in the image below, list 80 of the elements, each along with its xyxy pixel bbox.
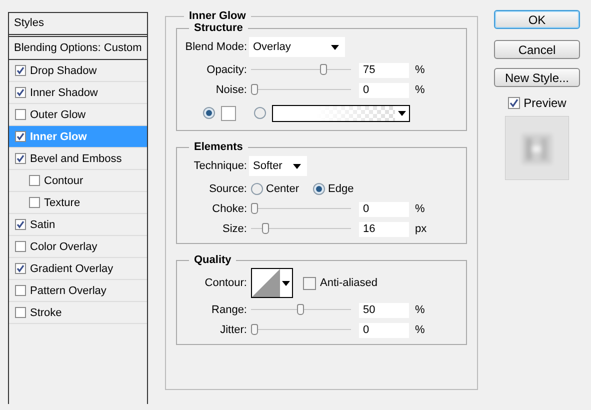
group-title: Structure (193, 22, 244, 34)
checkbox-label: Preview (524, 96, 566, 110)
checkbox[interactable] (15, 263, 26, 274)
caret-icon (331, 45, 339, 50)
value-field[interactable]: 0 (359, 322, 409, 338)
field-label: Contour: (204, 277, 248, 289)
radio-button[interactable] (203, 107, 215, 119)
style-item[interactable]: Stroke (9, 302, 147, 324)
contour-picker[interactable] (251, 268, 293, 298)
field-label: Opacity: (206, 64, 248, 76)
checkbox[interactable] (15, 131, 26, 142)
gradient-picker[interactable] (272, 104, 410, 122)
checkbox[interactable] (508, 97, 520, 109)
style-item[interactable]: Bevel and Emboss (9, 148, 147, 170)
dialog-button[interactable]: New Style... (494, 68, 580, 87)
checkbox[interactable] (15, 109, 26, 120)
caret-icon (282, 280, 290, 286)
caret-icon (293, 164, 301, 169)
checkbox[interactable] (29, 197, 40, 208)
field-label: Technique: (192, 160, 248, 172)
style-item[interactable]: Inner Shadow (9, 82, 147, 104)
checkbox[interactable] (15, 65, 26, 76)
style-item[interactable]: Texture (9, 192, 147, 214)
checkbox[interactable] (15, 285, 26, 296)
unit-label: % (415, 64, 425, 76)
styles-header: Styles (9, 13, 147, 37)
radio-button[interactable] (313, 183, 326, 195)
caret-icon (398, 110, 406, 116)
field-label: Size: (222, 223, 248, 235)
unit-label: % (415, 304, 425, 316)
ok-button[interactable]: OK (494, 10, 580, 29)
value-field[interactable]: 16 (359, 222, 409, 236)
group-title: Quality (193, 254, 232, 266)
style-item[interactable]: Satin (9, 214, 147, 236)
checkbox[interactable] (15, 307, 26, 318)
field-label: Jitter: (219, 324, 248, 336)
style-item[interactable]: Drop Shadow (9, 60, 147, 82)
dialog-button[interactable]: Cancel (494, 40, 580, 59)
group-title: Inner Glow (188, 10, 247, 22)
slider-thumb[interactable] (297, 304, 304, 315)
slider-thumb[interactable] (251, 203, 258, 214)
field-label: Range: (210, 304, 248, 316)
unit-label: % (415, 324, 425, 336)
blend-mode-dropdown[interactable]: Overlay (249, 37, 345, 57)
value-field[interactable]: 50 (359, 302, 409, 318)
style-item[interactable]: Color Overlay (9, 236, 147, 258)
unit-label: px (415, 223, 427, 235)
style-preview-drawing (505, 116, 569, 180)
style-item[interactable]: Gradient Overlay (9, 258, 147, 280)
checkbox[interactable] (15, 219, 26, 230)
slider-thumb[interactable] (251, 324, 258, 335)
technique-dropdown[interactable]: Softer (249, 156, 307, 176)
slider-thumb[interactable] (251, 84, 258, 95)
checkbox[interactable] (15, 241, 26, 252)
style-item[interactable]: Contour (9, 170, 147, 192)
checkbox[interactable] (15, 87, 26, 98)
field-label: Source: (208, 183, 248, 195)
option-label: Edge (328, 183, 354, 195)
group-title: Elements (193, 141, 244, 153)
slider-thumb[interactable] (320, 64, 327, 75)
value-field[interactable]: 75 (359, 62, 409, 78)
value-field[interactable]: 0 (359, 82, 409, 98)
checkbox[interactable] (303, 276, 316, 290)
field-label: Choke: (211, 203, 248, 215)
option-label: Center (266, 183, 300, 195)
unit-label: % (415, 84, 425, 96)
checkbox-label: Anti-aliased (320, 277, 378, 289)
radio-button[interactable] (251, 183, 263, 195)
blending-options-item[interactable]: Blending Options: Custom (9, 37, 147, 60)
color-swatch[interactable] (221, 106, 236, 120)
field-label: Noise: (214, 84, 248, 96)
contour-curve-icon (252, 269, 280, 297)
checkbox[interactable] (29, 175, 40, 186)
checkbox[interactable] (15, 153, 26, 164)
unit-label: % (415, 203, 425, 215)
field-label: Blend Mode: (184, 41, 248, 53)
value-field[interactable]: 0 (359, 202, 409, 216)
slider-thumb[interactable] (262, 223, 270, 234)
style-item[interactable]: Pattern Overlay (9, 280, 147, 302)
radio-button[interactable] (254, 107, 266, 119)
